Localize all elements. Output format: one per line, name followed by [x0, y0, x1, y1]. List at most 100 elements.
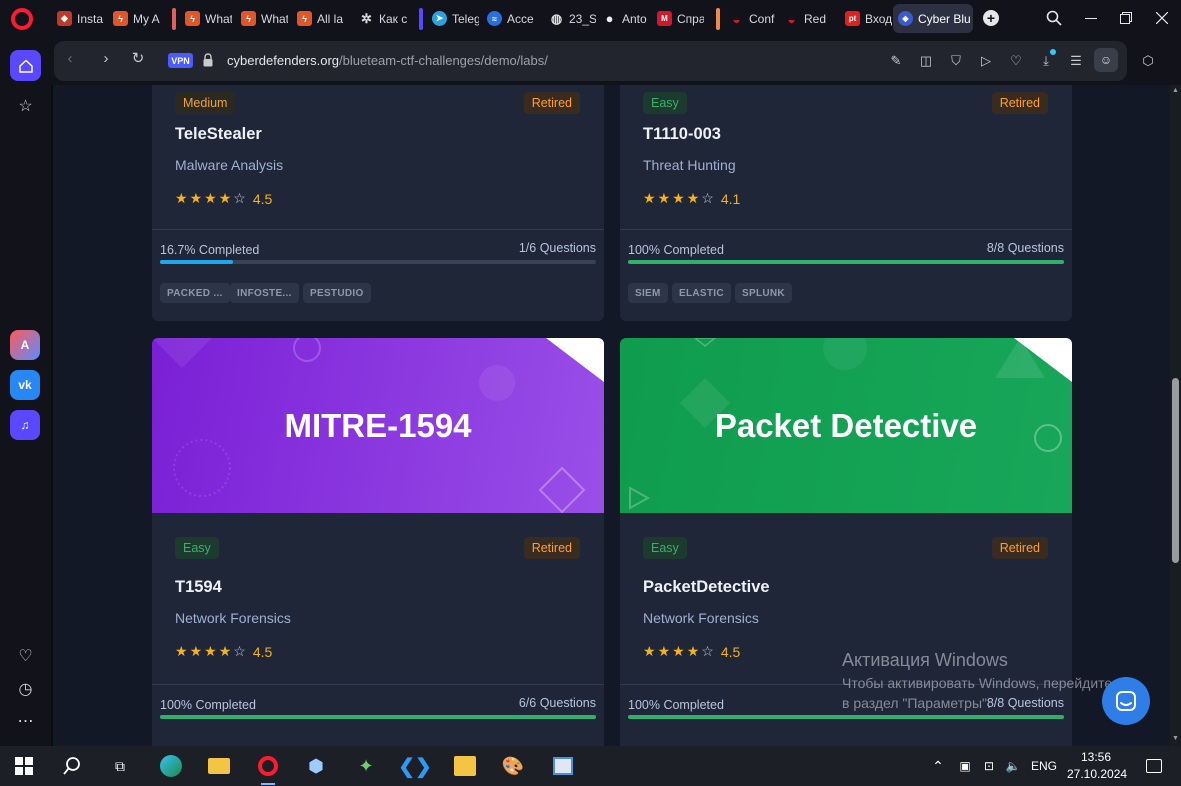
new-tab-button[interactable]: +: [980, 7, 1002, 29]
clock-icon: ◷: [18, 680, 33, 698]
tab-13[interactable]: pt Вход: [840, 4, 892, 33]
scroll-up-arrow[interactable]: ▲: [1171, 87, 1180, 96]
scrollbar-thumb[interactable]: [1172, 378, 1179, 563]
activation-watermark-line: в раздел "Параметры".: [842, 695, 991, 711]
lab-title[interactable]: T1594: [175, 578, 222, 597]
virtualbox-app[interactable]: ⬢: [302, 752, 330, 780]
aria-button[interactable]: A: [10, 330, 40, 360]
scroll-down-arrow[interactable]: ▼: [1171, 735, 1180, 744]
screenshot-app[interactable]: [549, 752, 577, 780]
lab-category: Network Forensics: [643, 610, 759, 626]
extensions-icon[interactable]: ⬡: [1139, 52, 1157, 70]
tab-7[interactable]: ≈ Acce: [482, 4, 534, 33]
tag[interactable]: PACKED ...: [160, 283, 230, 303]
shield-icon[interactable]: ⛉: [947, 52, 965, 70]
chevron-right-icon: ›: [103, 49, 109, 67]
download-dot: [1050, 49, 1056, 55]
camera-icon[interactable]: ◫: [917, 52, 935, 70]
explorer-app[interactable]: [205, 752, 233, 780]
edit-icon[interactable]: ✎: [887, 52, 905, 70]
tab-11[interactable]: ◒ Conf: [724, 4, 776, 33]
clock-date[interactable]: 27.10.2024: [1067, 767, 1127, 781]
tab-label: My A: [133, 11, 160, 26]
lab-card[interactable]: Easy Retired T1110-003 Threat Hunting ★ ★…: [620, 85, 1072, 321]
history-button[interactable]: ◷: [10, 673, 41, 704]
tab-label: Insta: [77, 11, 104, 26]
vpn-badge[interactable]: VPN: [168, 53, 193, 68]
tab-label: Как с: [379, 11, 408, 26]
speed-dial-button[interactable]: ☆: [10, 90, 41, 121]
reload-button[interactable]: ↻: [129, 49, 147, 67]
notifications-button[interactable]: [1140, 752, 1168, 780]
language-indicator[interactable]: ENG: [1031, 759, 1057, 773]
app-tool[interactable]: ✦: [352, 752, 380, 780]
tab-12[interactable]: ◒ Red: [779, 4, 831, 33]
tab-0[interactable]: ◆ Insta: [52, 4, 104, 33]
tray-overflow-button[interactable]: ⌃: [930, 752, 946, 780]
search-button[interactable]: [58, 752, 86, 780]
start-button[interactable]: [10, 752, 38, 780]
heart-icon[interactable]: ♡: [1007, 52, 1025, 70]
tag[interactable]: PESTUDIO: [303, 283, 371, 303]
star-empty-icon: ☆: [233, 190, 246, 206]
tab-3[interactable]: ϟ What: [236, 4, 288, 33]
task-view-button[interactable]: ⧉: [106, 752, 134, 780]
tab-label: What: [205, 11, 232, 26]
more-button[interactable]: ⋯: [10, 705, 41, 736]
lab-title[interactable]: PacketDetective: [643, 578, 770, 597]
music-player-button[interactable]: ♫: [10, 410, 40, 440]
back-button[interactable]: ‹: [61, 49, 79, 67]
play-icon[interactable]: ▷: [977, 52, 995, 70]
support-chat-button[interactable]: [1102, 677, 1150, 725]
opera-app[interactable]: [254, 752, 282, 780]
home-button[interactable]: [10, 50, 41, 81]
restore-button[interactable]: [1115, 7, 1137, 29]
lab-banner[interactable]: Packet Detective: [620, 338, 1072, 513]
lab-banner[interactable]: MITRE-1594: [152, 338, 604, 513]
tab-favicon-icon: pt: [845, 11, 860, 26]
opera-logo-icon[interactable]: [11, 8, 33, 30]
tab-2[interactable]: ϟ What: [180, 4, 232, 33]
tab-6[interactable]: ➤ Teleg: [427, 4, 479, 33]
network-icon[interactable]: ⊡: [980, 752, 998, 780]
tab-favicon-icon: ϟ: [185, 11, 200, 26]
clock-time[interactable]: 13:56: [1081, 750, 1111, 764]
minimize-button[interactable]: [1080, 7, 1102, 29]
favorites-button[interactable]: ♡: [10, 640, 41, 671]
tab-1[interactable]: ϟ My A: [108, 4, 160, 33]
progress-fill: [160, 715, 596, 719]
tab-active[interactable]: ◈ Cyber Blu: [893, 4, 973, 33]
tab-9[interactable]: ● Anto: [597, 4, 649, 33]
vscode-app[interactable]: ❮❯: [398, 752, 432, 780]
forward-button[interactable]: ›: [97, 49, 115, 67]
lab-card[interactable]: MITRE-1594 Easy Retired T1594 Network Fo…: [152, 338, 604, 746]
close-window-button[interactable]: [1151, 7, 1173, 29]
lab-title[interactable]: TeleStealer: [175, 125, 262, 144]
tab-5[interactable]: ✲ Как с: [354, 4, 410, 33]
tag[interactable]: INFOSTE...: [230, 283, 299, 303]
tag[interactable]: SIEM: [628, 283, 668, 303]
tag[interactable]: ELASTIC: [672, 283, 731, 303]
volume-icon[interactable]: 🔈: [1004, 752, 1022, 780]
profile-button[interactable]: ☺: [1094, 48, 1118, 72]
edge-app[interactable]: [157, 752, 185, 780]
tab-10[interactable]: M Спра: [652, 4, 704, 33]
progress-label: 100% Completed: [628, 243, 724, 257]
url-field[interactable]: cyberdefenders.org/blueteam-ctf-challeng…: [227, 53, 548, 68]
search-tabs-button[interactable]: [1043, 7, 1065, 29]
tab-favicon-icon: ◆: [57, 11, 72, 26]
easy-setup-icon[interactable]: ☰: [1067, 52, 1085, 70]
lab-title[interactable]: T1110-003: [643, 125, 721, 144]
app-scripts[interactable]: [451, 752, 479, 780]
vk-button[interactable]: vk: [10, 370, 40, 400]
star-full-icon: ★: [204, 190, 217, 206]
tag[interactable]: SPLUNK: [735, 283, 792, 303]
reload-icon: ↻: [131, 50, 145, 67]
activation-watermark-line: Чтобы активировать Windows, перейдите: [842, 675, 1113, 691]
paint-app[interactable]: 🎨: [499, 752, 527, 780]
tab-4[interactable]: ϟ All la: [292, 4, 344, 33]
tray-app-icon[interactable]: ▣: [956, 752, 974, 780]
tab-8[interactable]: ◍ 23_S: [544, 4, 596, 33]
lab-card[interactable]: Medium Retired TeleStealer Malware Analy…: [152, 85, 604, 321]
redhat-icon: ◒: [732, 10, 741, 27]
